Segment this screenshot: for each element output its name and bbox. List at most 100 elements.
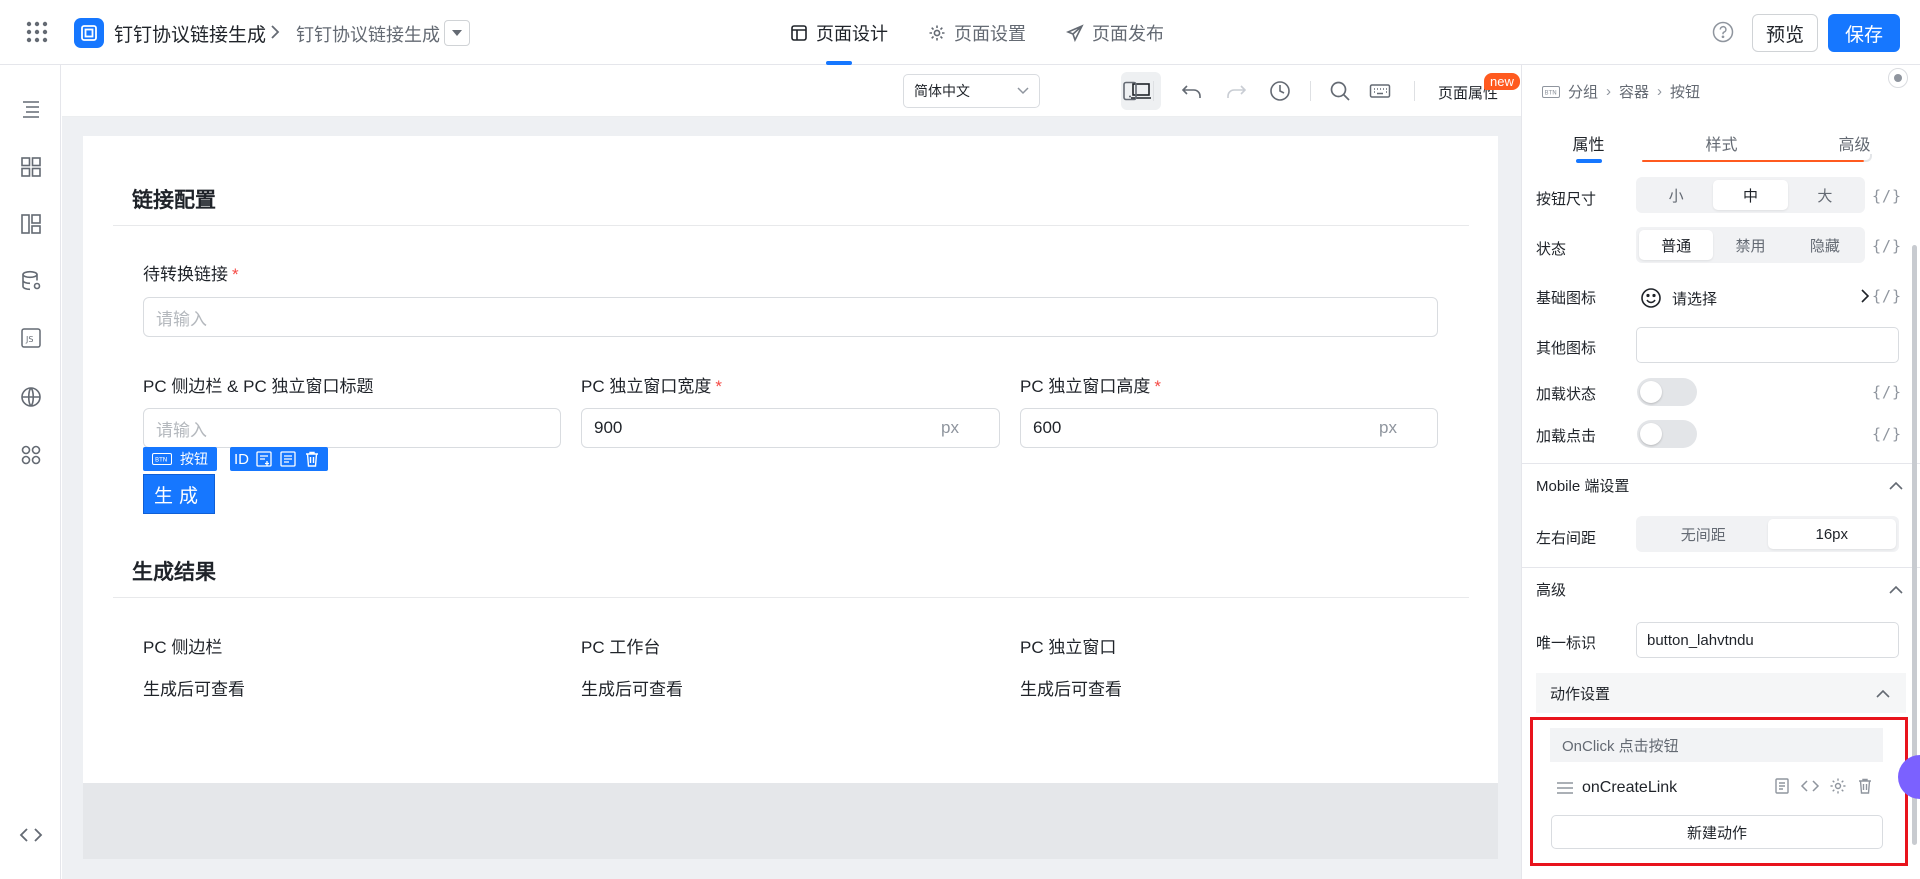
help-icon[interactable] bbox=[1712, 21, 1734, 43]
action-name: onCreateLink bbox=[1582, 779, 1678, 796]
id-button[interactable]: ID bbox=[234, 451, 249, 468]
width-field-label: PC 独立窗口宽度 * bbox=[581, 372, 722, 397]
size-medium-option[interactable]: 中 bbox=[1713, 180, 1788, 210]
required-mark: * bbox=[715, 377, 722, 396]
btn-type-icon: BTN bbox=[152, 453, 172, 465]
expression-button[interactable]: {/} bbox=[1872, 425, 1902, 443]
page-dropdown-button[interactable] bbox=[444, 20, 470, 46]
group-title: 高级 bbox=[1536, 581, 1567, 599]
circle-icon bbox=[1894, 74, 1902, 82]
add-below-icon[interactable] bbox=[255, 450, 273, 468]
tab-label: 页面发布 bbox=[1092, 23, 1164, 44]
size-small-option[interactable]: 小 bbox=[1639, 180, 1713, 210]
loading-state-label: 加载状态 bbox=[1536, 386, 1597, 403]
components-icon[interactable] bbox=[19, 155, 43, 179]
panel-tabs: 属性 样式 高级 bbox=[1522, 119, 1920, 165]
result-value-workbench: 生成后可查看 bbox=[581, 680, 683, 699]
breadcrumb-item[interactable]: 容器 bbox=[1619, 81, 1649, 102]
height-input[interactable]: 600 px bbox=[1020, 408, 1438, 448]
button-size-label: 按钮尺寸 bbox=[1536, 191, 1597, 208]
expression-button[interactable]: {/} bbox=[1872, 287, 1902, 305]
keyboard-icon[interactable] bbox=[1368, 79, 1392, 103]
generate-button[interactable]: 生成 bbox=[143, 474, 215, 514]
state-hidden-option[interactable]: 隐藏 bbox=[1788, 230, 1862, 260]
history-icon[interactable] bbox=[1268, 79, 1292, 103]
breadcrumb-item[interactable]: 分组 bbox=[1568, 81, 1598, 102]
result-value-window: 生成后可查看 bbox=[1020, 680, 1122, 699]
tab-page-settings[interactable]: 页面设置 bbox=[908, 0, 1046, 65]
group-title: 动作设置 bbox=[1550, 685, 1611, 703]
new-action-button[interactable]: 新建动作 bbox=[1551, 815, 1883, 849]
state-disabled-option[interactable]: 禁用 bbox=[1713, 230, 1787, 260]
layout-template-icon[interactable] bbox=[19, 212, 43, 236]
redo-icon[interactable] bbox=[1224, 79, 1248, 103]
tab-page-publish[interactable]: 页面发布 bbox=[1046, 0, 1184, 65]
expression-button[interactable]: {/} bbox=[1872, 383, 1902, 401]
size-large-option[interactable]: 大 bbox=[1788, 180, 1862, 210]
tab-style[interactable]: 样式 bbox=[1655, 119, 1788, 165]
advanced-group[interactable]: 高级 bbox=[1522, 567, 1920, 610]
svg-text:BTN: BTN bbox=[155, 457, 167, 464]
send-icon bbox=[1066, 23, 1084, 42]
toolbar-divider bbox=[1414, 81, 1415, 101]
mobile-settings-group[interactable]: Mobile 端设置 bbox=[1522, 463, 1920, 506]
tab-properties[interactable]: 属性 bbox=[1522, 119, 1655, 165]
search-icon[interactable] bbox=[1328, 79, 1352, 103]
result-label-window: PC 独立窗口 bbox=[1020, 638, 1117, 657]
label-text: PC 独立窗口高度 bbox=[1020, 377, 1151, 396]
database-icon[interactable] bbox=[19, 269, 43, 293]
breadcrumb-item[interactable]: 按钮 bbox=[1670, 81, 1700, 102]
expression-button[interactable]: {/} bbox=[1872, 187, 1902, 205]
panel-scroll-indicator[interactable] bbox=[1888, 68, 1908, 88]
app-logo-icon bbox=[74, 18, 104, 48]
page-name[interactable]: 钉钉协议链接生成 bbox=[296, 21, 440, 47]
selected-component-tools: ID bbox=[230, 447, 328, 471]
save-button[interactable]: 保存 bbox=[1828, 14, 1900, 52]
selected-tag-label: 按钮 bbox=[180, 451, 208, 467]
other-icon-input[interactable] bbox=[1636, 327, 1899, 363]
state-label: 状态 bbox=[1536, 241, 1567, 258]
drag-handle-icon bbox=[1557, 782, 1573, 794]
title-input[interactable]: 请输入 bbox=[143, 408, 561, 448]
trash-icon[interactable] bbox=[1856, 777, 1874, 795]
chevron-down-icon bbox=[1017, 87, 1029, 95]
app-grid-icon[interactable] bbox=[26, 21, 48, 43]
selected-component-tag[interactable]: BTN 按钮 bbox=[143, 447, 217, 471]
plugins-icon[interactable] bbox=[19, 443, 43, 467]
globe-icon[interactable] bbox=[19, 385, 43, 409]
state-normal-option[interactable]: 普通 bbox=[1639, 230, 1714, 260]
title-input-placeholder: 请输入 bbox=[156, 420, 207, 440]
link-input[interactable]: 请输入 bbox=[143, 297, 1438, 337]
margin-none-option[interactable]: 无间距 bbox=[1639, 519, 1768, 549]
result-label-sidebar: PC 侧边栏 bbox=[143, 638, 223, 657]
unique-id-label: 唯一标识 bbox=[1536, 635, 1597, 652]
code-icon[interactable] bbox=[1800, 777, 1820, 795]
section-divider bbox=[113, 597, 1469, 598]
trash-icon[interactable] bbox=[303, 450, 321, 468]
loading-state-toggle[interactable] bbox=[1637, 378, 1697, 406]
base-icon-select[interactable]: 请选择 bbox=[1640, 283, 1870, 313]
base-icon-value: 请选择 bbox=[1672, 290, 1718, 308]
gear-icon[interactable] bbox=[1829, 777, 1847, 795]
preview-button[interactable]: 预览 bbox=[1752, 14, 1818, 52]
copy-icon[interactable] bbox=[279, 450, 297, 468]
unique-id-input[interactable]: button_lahvtndu bbox=[1636, 622, 1899, 658]
margin-16px-option[interactable]: 16px bbox=[1767, 519, 1896, 549]
width-input[interactable]: 900 px bbox=[581, 408, 1000, 448]
undo-icon[interactable] bbox=[1180, 79, 1204, 103]
copy-icon[interactable] bbox=[1773, 777, 1791, 795]
expression-button[interactable]: {/} bbox=[1872, 237, 1902, 255]
app-name[interactable]: 钉钉协议链接生成 bbox=[114, 20, 266, 47]
tab-page-design[interactable]: 页面设计 bbox=[770, 0, 908, 65]
height-field-label: PC 独立窗口高度 * bbox=[1020, 372, 1161, 397]
tablet-icon[interactable] bbox=[1118, 79, 1142, 103]
chevron-up-icon bbox=[1876, 689, 1890, 698]
action-settings-group[interactable]: 动作设置 bbox=[1536, 673, 1906, 713]
loading-click-toggle[interactable] bbox=[1637, 420, 1697, 448]
js-code-icon[interactable]: JS bbox=[19, 326, 43, 350]
tab-advanced[interactable]: 高级 bbox=[1788, 119, 1920, 165]
language-select[interactable]: 简体中文 bbox=[903, 74, 1040, 108]
outline-tree-icon[interactable] bbox=[19, 97, 43, 121]
code-view-icon[interactable] bbox=[19, 823, 43, 847]
svg-text:BTN: BTN bbox=[1545, 89, 1557, 96]
